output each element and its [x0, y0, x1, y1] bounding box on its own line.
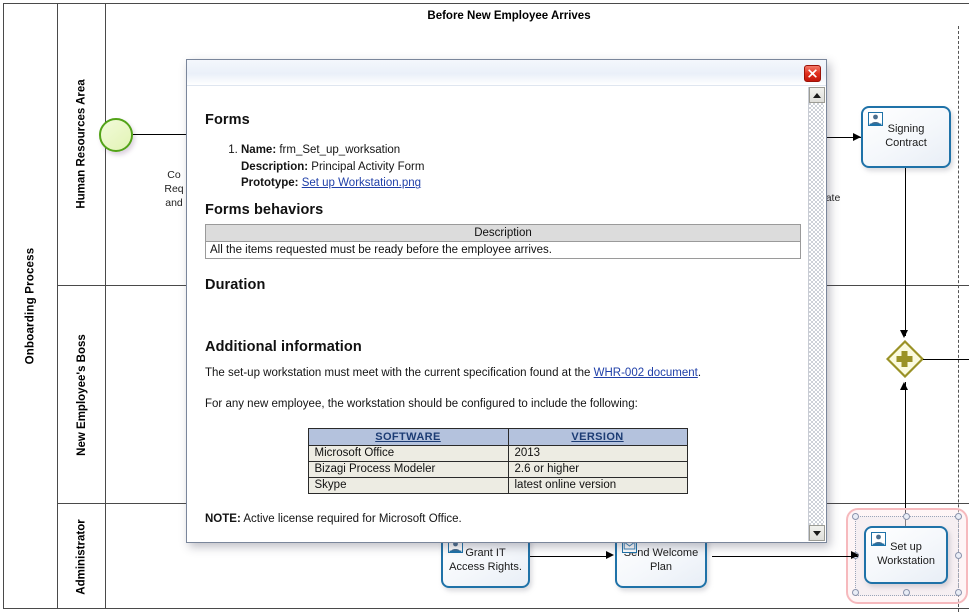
section-heading-forms-behaviors: Forms behaviors	[205, 202, 324, 219]
resize-handle-top-right[interactable]	[955, 513, 962, 520]
pool-title-strip[interactable]: Onboarding Process	[3, 3, 58, 609]
list-item: Name: frm_Set_up_worksation Description:…	[241, 142, 790, 192]
scroll-up-icon[interactable]	[809, 87, 825, 103]
close-icon[interactable]	[804, 65, 821, 82]
table-row: Microsoft Office 2013	[307, 444, 688, 462]
resize-handle-top-left[interactable]	[852, 513, 859, 520]
whr-002-document-link[interactable]: WHR-002 document	[594, 367, 698, 379]
task-signing-contract[interactable]: Signing Contract	[861, 106, 951, 168]
connector-gateway-right	[923, 358, 969, 360]
table-row: Skype latest online version	[307, 476, 688, 494]
form-prototype-label: Prototype:	[241, 177, 299, 190]
user-task-icon	[871, 532, 886, 546]
section-heading-duration: Duration	[205, 277, 266, 294]
application-window: Onboarding Process Human Resources Area …	[0, 0, 976, 612]
software-version-cell: 2.6 or higher	[507, 460, 688, 478]
resize-handle-bottom-center[interactable]	[903, 589, 910, 596]
activity-details-dialog[interactable]: Forms Name: frm_Set_up_worksation Descri…	[186, 59, 827, 543]
forms-behaviors-table: Description All the items requested must…	[205, 224, 801, 260]
pool-title: Onboarding Process	[24, 247, 36, 365]
connector-arrowhead	[853, 133, 861, 141]
forms-list: Name: frm_Set_up_worksation Description:…	[205, 142, 790, 192]
software-table-wrapper: SOFTWARE VERSION Microsoft Office 2013 B…	[205, 427, 790, 494]
software-name-cell: Skype	[307, 476, 509, 494]
lane-label: New Employee's Boss	[75, 333, 88, 456]
section-heading-additional-information: Additional information	[205, 339, 362, 356]
scroll-down-icon[interactable]	[809, 525, 825, 541]
software-name-cell: Bizagi Process Modeler	[307, 460, 509, 478]
lane-title-human-resources-area[interactable]: Human Resources Area	[58, 3, 106, 286]
dialog-scrollbar[interactable]	[808, 87, 825, 541]
resize-handle-bottom-left[interactable]	[852, 589, 859, 596]
table-header-row: Description	[205, 224, 801, 243]
additional-paragraph-2: For any new employee, the workstation sh…	[205, 398, 638, 411]
connector-arrowhead	[606, 551, 614, 559]
software-requirements-table: SOFTWARE VERSION Microsoft Office 2013 B…	[307, 427, 688, 494]
connector-start-to-first-task	[133, 134, 188, 136]
lane-label: Human Resources Area	[75, 79, 88, 209]
behavior-description-cell: All the items requested must be ready be…	[205, 241, 801, 260]
software-version-cell: latest online version	[507, 476, 688, 494]
task-label: Signing Contract	[885, 123, 927, 149]
table-row: All the items requested must be ready be…	[205, 241, 801, 260]
column-header-description: Description	[205, 224, 801, 243]
connector-grant-to-send	[530, 555, 608, 557]
lane-title-new-employees-boss[interactable]: New Employee's Boss	[58, 286, 106, 504]
connector-to-setup-workstation	[712, 555, 858, 557]
software-name-cell: Microsoft Office	[307, 444, 509, 462]
lane-title-administrator[interactable]: Administrator	[58, 504, 106, 609]
lane-label: Administrator	[75, 518, 88, 595]
form-prototype-link[interactable]: Set up Workstation.png	[302, 177, 421, 189]
form-description-label: Description:	[241, 160, 309, 173]
dialog-content[interactable]: Forms Name: frm_Set_up_worksation Descri…	[187, 87, 808, 542]
connector-arrowhead	[900, 330, 908, 338]
connector-signing-contract-to-gateway	[904, 168, 906, 336]
dialog-titlebar[interactable]	[187, 60, 826, 86]
paragraph-text-after-link: .	[697, 367, 702, 380]
note-label: NOTE:	[205, 512, 241, 525]
software-version-cell: 2013	[507, 444, 688, 462]
table-row: Bizagi Process Modeler 2.6 or higher	[307, 460, 688, 478]
note-paragraph: NOTE: Active license required for Micros…	[205, 513, 790, 525]
resize-handle-middle-right[interactable]	[955, 552, 962, 559]
form-name-value: frm_Set_up_worksation	[279, 144, 401, 156]
resize-handle-top-center[interactable]	[903, 513, 910, 520]
connector-arrowhead	[900, 382, 908, 390]
user-task-icon	[868, 112, 883, 126]
note-text: Active license required for Microsoft Of…	[240, 512, 462, 525]
additional-paragraph-1: The set-up workstation must meet with th…	[205, 365, 790, 382]
resize-handle-bottom-right[interactable]	[955, 589, 962, 596]
column-header-software: SOFTWARE	[307, 427, 509, 446]
start-event[interactable]	[99, 118, 133, 152]
form-name-label: Name:	[241, 144, 277, 156]
paragraph-text-before-link: The set-up workstation must meet with th…	[205, 367, 594, 380]
table-header-row: SOFTWARE VERSION	[307, 427, 688, 446]
connector-arrowhead	[851, 551, 859, 559]
column-header-version: VERSION	[507, 427, 688, 446]
form-description-value: Principal Activity Form	[311, 160, 425, 173]
parallel-gateway[interactable]	[885, 339, 925, 379]
section-heading-forms: Forms	[205, 112, 250, 128]
page-title: Before New Employee Arrives	[427, 10, 591, 22]
task-set-up-workstation[interactable]: Set up Workstation	[864, 526, 948, 584]
